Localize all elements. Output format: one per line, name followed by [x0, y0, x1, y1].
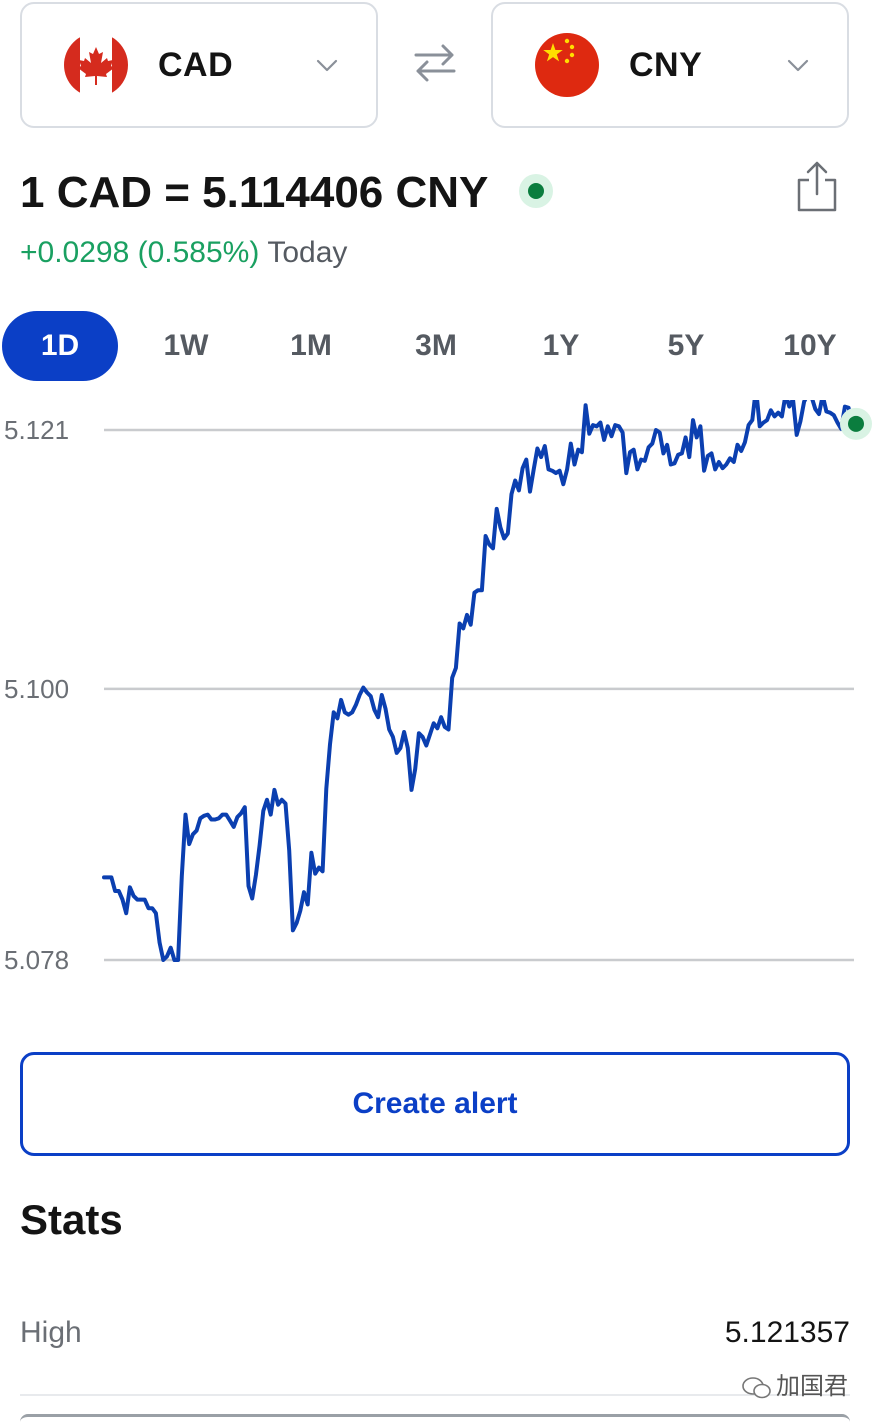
chart-series-line [102, 400, 858, 962]
tab-3m[interactable]: 3M [386, 311, 486, 381]
chevron-down-icon [787, 59, 809, 72]
change-delta: +0.0298 (0.585%) [20, 236, 260, 269]
share-icon[interactable] [794, 160, 840, 214]
watermark-text: 加国君 [776, 1373, 848, 1400]
stat-row-high: High 5.121357 [20, 1300, 850, 1370]
live-dot-icon [528, 183, 544, 199]
create-alert-button[interactable]: Create alert [20, 1052, 850, 1156]
stat-value: 5.121357 [724, 1316, 850, 1349]
chart-end-point [848, 415, 864, 432]
exchange-rate: 1 CAD = 5.114406 CNY [20, 168, 489, 217]
tab-1d[interactable]: 1D [2, 311, 118, 381]
tab-5y[interactable]: 5Y [636, 311, 736, 381]
rate-change: +0.0298 (0.585%) Today [20, 236, 347, 270]
swap-currencies-icon[interactable] [412, 42, 458, 84]
chevron-down-icon [316, 59, 338, 72]
to-currency-code: CNY [629, 45, 703, 84]
y-tick-label: 5.100 [4, 674, 69, 704]
wechat-icon [742, 1376, 771, 1398]
change-period: Today [267, 236, 348, 269]
china-flag-icon [535, 33, 599, 97]
y-tick-label: 5.121 [4, 415, 69, 445]
stat-label: High [20, 1316, 82, 1349]
tab-10y[interactable]: 10Y [760, 311, 860, 381]
from-currency-code: CAD [158, 45, 234, 84]
from-currency-selector[interactable]: CAD [20, 2, 378, 128]
live-indicator [519, 174, 553, 208]
tab-1m[interactable]: 1M [261, 311, 361, 381]
tab-1y[interactable]: 1Y [511, 311, 611, 381]
time-range-tabs: 1D 1W 1M 3M 1Y 5Y 10Y [0, 311, 884, 381]
canada-flag-icon [64, 33, 128, 97]
divider [20, 1394, 850, 1396]
watermark: 加国君 [742, 1366, 848, 1401]
to-currency-selector[interactable]: CNY [491, 2, 849, 128]
tab-1w[interactable]: 1W [136, 311, 236, 381]
stats-title: Stats [20, 1196, 123, 1243]
rate-chart[interactable]: 5.121 5.100 5.078 [0, 400, 884, 1000]
y-tick-label: 5.078 [4, 945, 69, 975]
